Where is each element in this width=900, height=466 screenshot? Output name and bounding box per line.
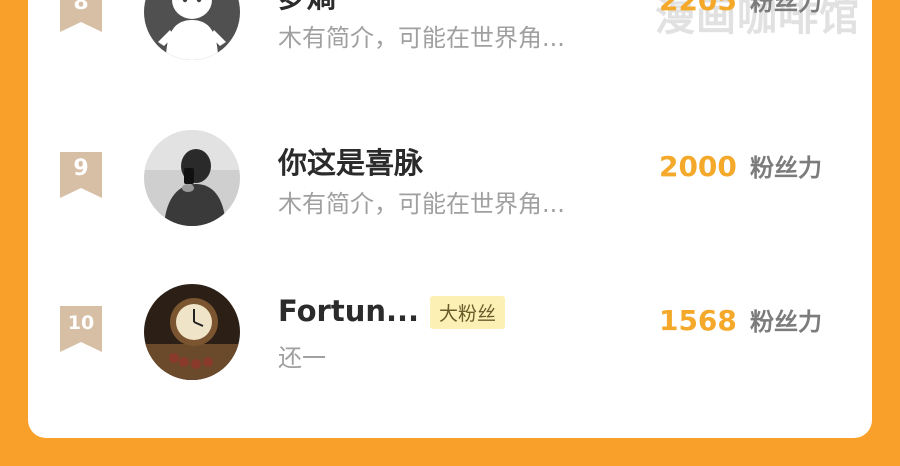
clock-avatar-icon[interactable] (144, 284, 240, 380)
user-name[interactable]: 梦熵 (278, 0, 336, 16)
leaderboard-card: 漫画咖啡馆 8 梦熵 木有简介，可能在世界角... 2205 粉丝力 (28, 0, 872, 438)
default-avatar-icon[interactable] (144, 0, 240, 60)
fan-power-value: 2000 (658, 150, 737, 183)
fan-power-value: 1568 (658, 304, 737, 337)
leaderboard-row[interactable]: 9 你这是喜脉 木有简介，可能在世界角... 2000 粉丝力 (28, 122, 872, 232)
rank-ribbon: 8 (60, 0, 102, 32)
rank-number: 10 (67, 312, 95, 334)
fan-power: 2000 粉丝力 (659, 148, 822, 183)
leaderboard-row[interactable]: 8 梦熵 木有简介，可能在世界角... 2205 粉丝力 (28, 0, 872, 66)
rank-ribbon: 9 (60, 152, 102, 198)
user-description: 木有简介，可能在世界角... (278, 24, 565, 52)
user-name[interactable]: Fortun... (278, 294, 419, 328)
fan-power-label: 粉丝力 (750, 308, 822, 336)
rank-number: 8 (73, 0, 89, 15)
fan-power-label: 粉丝力 (750, 154, 822, 182)
fan-power: 2205 粉丝力 (659, 0, 822, 17)
user-description: 木有简介，可能在世界角... (278, 190, 565, 218)
fan-power-value: 2205 (658, 0, 737, 17)
fan-power: 1568 粉丝力 (659, 302, 822, 337)
user-description: 还一 (278, 344, 326, 372)
fan-power-label: 粉丝力 (750, 0, 822, 16)
big-fan-badge: 大粉丝 (430, 296, 506, 329)
leaderboard-row[interactable]: 10 Fortun... 大粉丝 还一 1568 粉丝力 (28, 276, 872, 386)
rank-ribbon: 10 (60, 306, 102, 352)
photo-avatar-icon[interactable] (144, 130, 240, 226)
rank-number: 9 (73, 156, 89, 181)
user-name[interactable]: 你这是喜脉 (278, 140, 423, 182)
